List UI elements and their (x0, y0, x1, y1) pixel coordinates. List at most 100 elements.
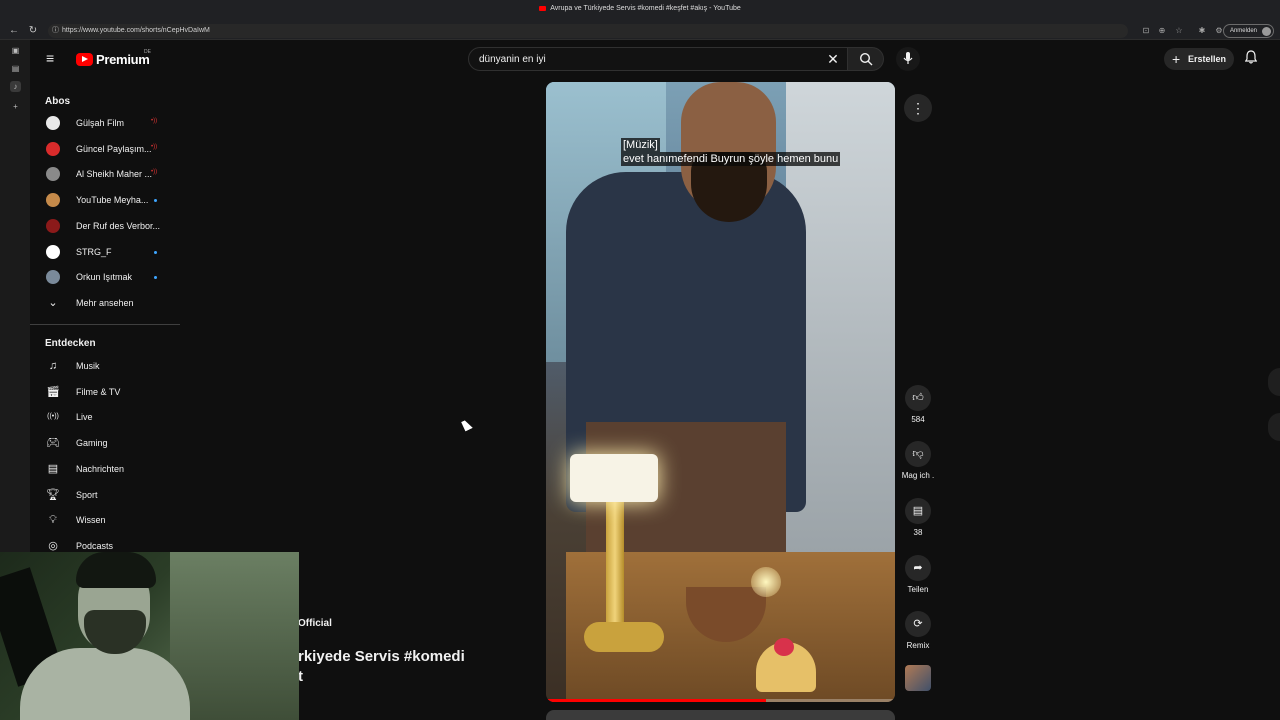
comment-count: 38 (913, 528, 923, 537)
sidebar-subscription-item[interactable]: Güncel Paylaşım... •)) (30, 140, 180, 160)
sidebar-item-label: Gaming (76, 438, 108, 449)
sidebar-item-label: Live (76, 412, 93, 423)
sidebar-subscription-item[interactable]: STRG_F (30, 243, 180, 263)
short-title: rkiyede Servis #komedi (298, 648, 465, 665)
signin-label: Anmelden (1229, 28, 1257, 34)
channel-name[interactable]: Official (298, 618, 332, 629)
bookmark-star-icon[interactable]: ☆ (1174, 26, 1184, 36)
clear-search-icon[interactable]: ✕ (825, 51, 841, 67)
subscription-label: Der Ruf des Verbor... (76, 220, 161, 231)
zoom-icon[interactable]: ⊕ (1157, 26, 1167, 36)
reload-icon[interactable]: ↻ (27, 25, 39, 37)
back-icon[interactable]: ← (8, 25, 20, 37)
sidebar-item-live[interactable]: ((•)) Live (30, 408, 180, 428)
channel-avatar (46, 193, 60, 208)
video-frame (774, 638, 794, 656)
youtube-favicon-icon (539, 5, 547, 11)
sidebar-item-musik[interactable]: ♫ Musik (30, 357, 180, 377)
next-short-preview[interactable] (546, 710, 895, 720)
remix-button[interactable]: ⟳ Remix (900, 611, 936, 650)
history-icon[interactable]: ▤ (10, 63, 21, 74)
notifications-bell-icon[interactable] (1242, 50, 1260, 68)
voice-search-button[interactable] (896, 47, 920, 71)
remix-label: Remix (906, 641, 930, 650)
add-panel-icon[interactable]: + (10, 101, 21, 112)
extension-icon[interactable]: ✱ (1197, 26, 1207, 36)
subscription-label: Gülşah Film (76, 118, 125, 128)
like-count: 584 (911, 415, 925, 424)
music-note-icon: ♫ (48, 360, 58, 372)
next-short-button[interactable] (1268, 413, 1280, 441)
thumbs-up-icon: 👍︎ (905, 385, 931, 411)
video-frame (584, 622, 664, 652)
sidebar-item-wissen[interactable]: 💡︎ Wissen (30, 511, 180, 531)
create-button[interactable]: + Erstellen (1164, 48, 1235, 70)
channel-avatar (46, 244, 60, 259)
search-input[interactable] (479, 52, 779, 67)
sidebar-divider (30, 324, 180, 325)
search-box: ✕ (468, 47, 848, 71)
sidebar-item-label: Nachrichten (76, 463, 125, 474)
browser-signin-button[interactable]: Anmelden (1222, 24, 1274, 38)
sidebar-item-gaming[interactable]: 🎮︎ Gaming (30, 434, 180, 454)
sidebar-item-label: Podcasts (76, 540, 114, 551)
subscription-label: STRG_F (76, 246, 112, 257)
site-info-icon[interactable]: ⓘ (52, 24, 59, 38)
short-video-player[interactable] (546, 82, 895, 702)
live-indicator-icon: •)) (151, 143, 158, 150)
channel-avatar (46, 270, 60, 285)
channel-avatar (46, 218, 60, 233)
caption-line: [Müzik] (621, 138, 660, 152)
sidebar-item-nachrichten[interactable]: ▤ Nachrichten (30, 460, 180, 480)
install-app-icon[interactable]: ⊡ (1141, 26, 1151, 36)
sidebar-item-filme-tv[interactable]: 🎬︎ Filme & TV (30, 383, 180, 403)
subscription-label: Güncel Paylaşım... (76, 143, 152, 154)
menu-icon[interactable]: ≡ (46, 51, 60, 65)
webcam-overlay (0, 552, 299, 720)
sidebar-subscription-item[interactable]: Al Sheikh Maher ... •)) (30, 165, 180, 185)
address-bar[interactable]: ⓘ https://www.youtube.com/shorts/nCepHvDa… (48, 24, 1128, 38)
dislike-button[interactable]: 👎︎ Mag ich . (900, 441, 936, 480)
sidebar-item-label: Wissen (76, 515, 106, 526)
audio-tab-icon[interactable]: ♪ (10, 81, 21, 92)
show-more-label: Mehr ansehen (76, 298, 134, 308)
channel-avatar[interactable] (905, 665, 931, 691)
subscription-label: YouTube Meyha... (76, 195, 149, 206)
comment-icon: ▤ (905, 498, 931, 524)
webcam-frame (20, 648, 190, 720)
search-icon (859, 52, 872, 66)
more-options-icon[interactable]: ⋮ (904, 94, 932, 122)
podcast-icon: ◎ (48, 539, 58, 552)
channel-avatar (46, 116, 60, 130)
previous-short-button[interactable] (1268, 368, 1280, 396)
dislike-label: Mag ich . (901, 471, 935, 480)
video-progress-fill (546, 699, 766, 702)
sidebar-subscription-item[interactable]: Orkun Işıtmak (30, 268, 180, 288)
comments-button[interactable]: ▤ 38 (900, 498, 936, 537)
plus-icon: + (1172, 51, 1181, 67)
share-button[interactable]: ➦ Teilen (900, 555, 936, 594)
sidebar-subscription-item[interactable]: Der Ruf des Verbor... (30, 217, 180, 237)
gamepad-icon: 🎮︎ (46, 437, 60, 450)
share-label: Teilen (907, 585, 929, 594)
lightbulb-icon: 💡︎ (49, 514, 57, 527)
subscription-label: Orkun Işıtmak (76, 272, 133, 283)
closed-captions: [Müzik] evet hanımefendi Buyrun şöyle he… (621, 138, 841, 166)
browser-tab[interactable]: Avrupa ve Türkiyede Servis #komedi #keşf… (0, 5, 1280, 12)
video-progress-bar[interactable] (546, 699, 895, 702)
caption-line: evet hanımefendi Buyrun şöyle hemen bunu (621, 152, 841, 166)
remix-icon: ⟳ (905, 611, 931, 637)
subscriptions-title[interactable]: Abos (45, 96, 70, 107)
tab-title: Avrupa ve Türkiyede Servis #komedi #keşf… (550, 5, 741, 12)
search-button[interactable] (848, 47, 884, 71)
like-button[interactable]: 👍︎ 584 (900, 385, 936, 424)
show-more-button[interactable]: ⌄ Mehr ansehen (30, 294, 180, 314)
new-content-dot (154, 276, 157, 280)
video-frame (570, 454, 658, 502)
tabs-icon[interactable]: ▣ (10, 45, 21, 56)
sidebar-item-label: Filme & TV (76, 386, 121, 397)
sidebar-item-sport[interactable]: 🏆︎ Sport (30, 486, 180, 506)
sidebar-subscription-item[interactable]: Gülşah Film •)) (30, 114, 180, 134)
sidebar-subscription-item[interactable]: YouTube Meyha... (30, 191, 180, 211)
new-content-dot (154, 250, 157, 254)
